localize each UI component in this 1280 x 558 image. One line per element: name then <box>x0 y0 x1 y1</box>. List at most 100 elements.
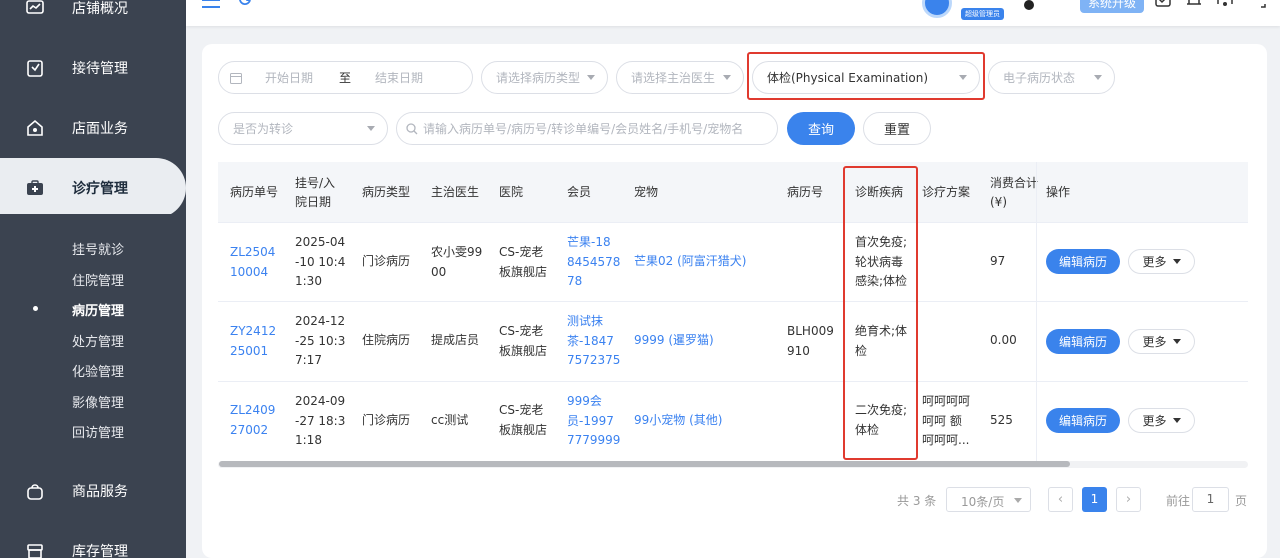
header-total-line1: 消费合计 <box>990 176 1039 190</box>
sidebar-item-goods[interactable]: 商品服务 <box>0 461 186 521</box>
doctor: 农小雯99 00 <box>431 245 483 279</box>
goto-page-input[interactable]: 1 <box>1192 487 1229 512</box>
submenu-item-records[interactable]: 病历管理 <box>72 300 124 319</box>
horizontal-scrollbar[interactable] <box>219 461 1070 467</box>
app-root: 店铺概况 接待管理 店面业务 诊疗管理 挂号就诊 住院管理 病历管理 处方管理 … <box>0 0 1280 558</box>
transfer-placeholder: 是否为转诊 <box>233 122 294 136</box>
user-dropdown-icon[interactable] <box>1024 0 1034 10</box>
upgrade-button[interactable]: 系统升级 <box>1080 0 1145 13</box>
submenu-item-followup[interactable]: 回访管理 <box>72 422 124 441</box>
row-divider <box>218 222 1248 223</box>
more-button[interactable]: 更多 <box>1128 329 1195 354</box>
submenu-item-prescription[interactable]: 处方管理 <box>72 331 124 350</box>
record-no-link[interactable]: ZY2412 25001 <box>230 322 276 361</box>
goto-label: 前往 <box>1166 494 1191 508</box>
edit-record-button[interactable]: 编辑病历 <box>1046 408 1120 433</box>
record-type-select[interactable]: 请选择病历类型 <box>481 61 608 94</box>
sidebar: 店铺概况 接待管理 店面业务 诊疗管理 挂号就诊 住院管理 病历管理 处方管理 … <box>0 0 186 558</box>
record-type: 住院病历 <box>362 333 411 347</box>
pet-link[interactable]: 芒果02 (阿富汗猎犬) <box>634 252 746 272</box>
transfer-select[interactable]: 是否为转诊 <box>218 112 388 145</box>
header-doctor: 主治医生 <box>431 185 480 199</box>
record-type: 门诊病历 <box>362 254 411 268</box>
next-page-button[interactable]: › <box>1116 487 1141 512</box>
shop-icon <box>24 117 46 139</box>
page-size-select[interactable]: 10条/页 <box>946 487 1031 512</box>
doctor-select[interactable]: 请选择主治医生 <box>616 61 744 94</box>
submenu-item-registration[interactable]: 挂号就诊 <box>72 239 124 258</box>
total: 0.00 <box>990 333 1017 347</box>
submenu-item-lab[interactable]: 化验管理 <box>72 361 124 380</box>
sidebar-item-label: 接待管理 <box>72 61 128 77</box>
more-button[interactable]: 更多 <box>1128 249 1195 274</box>
doctor-placeholder: 请选择主治医生 <box>631 71 716 85</box>
member-link[interactable]: 测试抹 茶-1847 7572375 <box>567 312 620 371</box>
sidebar-item-reception[interactable]: 接待管理 <box>0 38 186 98</box>
goto-page-value: 1 <box>1206 492 1215 506</box>
record-type-placeholder: 请选择病历类型 <box>496 71 581 85</box>
sidebar-item-label: 诊疗管理 <box>72 181 128 197</box>
chevron-down-icon <box>1094 75 1102 80</box>
start-date-input[interactable]: 开始日期 <box>265 69 313 86</box>
sidebar-item-inventory[interactable]: 库存管理 <box>0 521 186 558</box>
caret-down-icon <box>1172 418 1181 423</box>
prev-page-button[interactable]: ‹ <box>1048 487 1073 512</box>
highlight-box-diagnosis <box>843 166 918 460</box>
task-icon[interactable] <box>1155 0 1171 12</box>
date-range-picker[interactable]: 开始日期 至 结束日期 <box>218 61 473 94</box>
caret-down-icon <box>1172 259 1181 264</box>
avatar[interactable] <box>922 0 952 18</box>
emr-status-select[interactable]: 电子病历状态 <box>988 61 1115 94</box>
submenu-item-imaging[interactable]: 影像管理 <box>72 392 124 411</box>
hospital: CS-宠老 板旗舰店 <box>499 324 548 358</box>
hospital: CS-宠老 板旗舰店 <box>499 403 548 437</box>
header-hospital: 医院 <box>499 185 524 199</box>
edit-record-button[interactable]: 编辑病历 <box>1046 249 1120 274</box>
search-icon <box>406 123 418 138</box>
pet-link[interactable]: 9999 (暹罗猫) <box>634 331 714 351</box>
header-plan: 诊疗方案 <box>922 185 971 199</box>
pet-link[interactable]: 99小宠物 (其他) <box>634 411 722 431</box>
edit-record-button[interactable]: 编辑病历 <box>1046 329 1120 354</box>
search-input[interactable]: 请输入病历单号/病历号/转诊单编号/会员姓名/手机号/宠物名 <box>396 112 778 145</box>
header-reg-date-line1: 挂号/入 <box>295 176 336 190</box>
treatment-plan: 呵呵呵呵 呵呵 额呵呵呵... <box>922 394 971 447</box>
row-divider <box>218 381 1248 382</box>
fullscreen-icon[interactable] <box>1250 0 1266 12</box>
chevron-down-icon <box>367 126 375 131</box>
chevron-down-icon <box>1014 498 1022 503</box>
header-total-line2: (¥) <box>990 195 1007 209</box>
member-link[interactable]: 芒果-18 8454578 78 <box>567 233 620 292</box>
sidebar-item-diagnosis[interactable]: 诊疗管理 <box>0 158 186 218</box>
header-case-no: 病历号 <box>787 185 824 199</box>
sidebar-submenu: 挂号就诊 住院管理 病历管理 处方管理 化验管理 影像管理 回访管理 <box>0 214 186 458</box>
search-placeholder: 请输入病历单号/病历号/转诊单编号/会员姓名/手机号/宠物名 <box>423 122 744 136</box>
date-separator: 至 <box>339 71 352 85</box>
sidebar-item-store-business[interactable]: 店面业务 <box>0 98 186 158</box>
sidebar-item-label: 库存管理 <box>72 544 128 558</box>
more-button[interactable]: 更多 <box>1128 408 1195 433</box>
chevron-down-icon <box>587 75 595 80</box>
query-button[interactable]: 查询 <box>787 112 855 145</box>
reset-button[interactable]: 重置 <box>863 112 931 145</box>
total: 525 <box>990 413 1013 427</box>
record-no-link[interactable]: ZL2504 10004 <box>230 243 275 282</box>
end-date-input[interactable]: 结束日期 <box>375 69 423 86</box>
record-no-link[interactable]: ZL2409 27002 <box>230 401 275 440</box>
page-number-current[interactable]: 1 <box>1082 487 1107 512</box>
bell-icon[interactable] <box>1186 0 1202 12</box>
page-suffix: 页 <box>1235 494 1248 508</box>
role-badge: 超级管理员 <box>961 8 1004 20</box>
bag-icon <box>24 480 46 502</box>
submenu-item-inpatient[interactable]: 住院管理 <box>72 270 124 289</box>
sidebar-item-overview[interactable]: 店铺概况 <box>0 0 186 38</box>
hospital: CS-宠老 板旗舰店 <box>499 245 548 279</box>
menu-toggle-icon[interactable] <box>202 0 220 13</box>
chevron-down-icon <box>723 75 731 80</box>
refresh-icon[interactable] <box>238 0 252 12</box>
member-link[interactable]: 999会 员-1997 7779999 <box>567 392 620 451</box>
headset-icon[interactable] <box>1216 0 1234 12</box>
doctor: cc测试 <box>431 413 469 427</box>
total: 97 <box>990 254 1006 268</box>
top-bar: 超级管理员 系统升级 <box>186 0 1280 26</box>
